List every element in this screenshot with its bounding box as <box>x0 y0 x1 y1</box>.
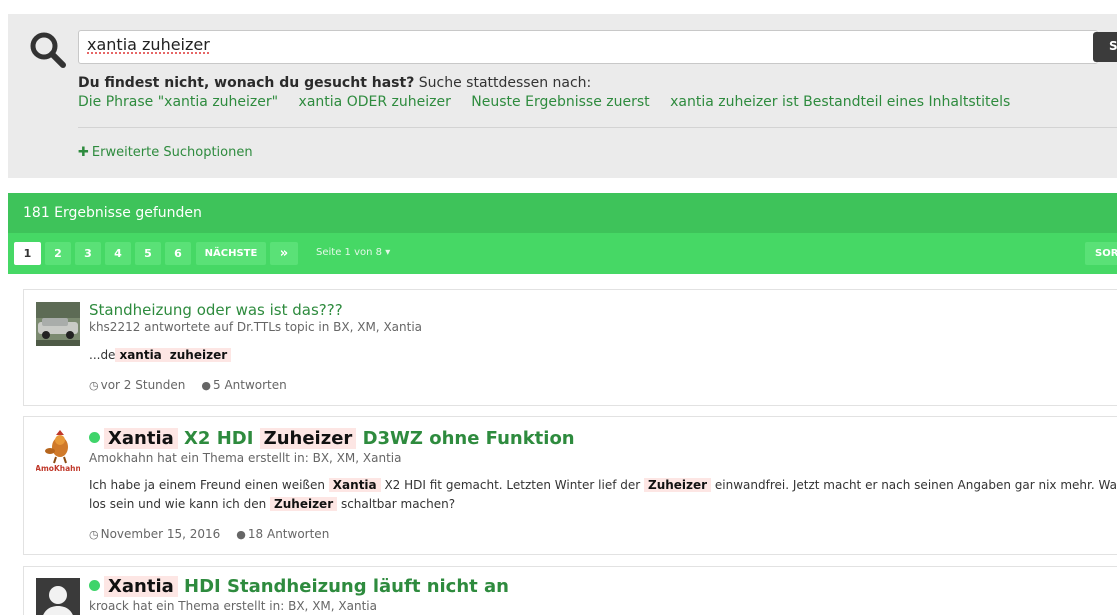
result-footer: ◷ November 15, 2016 ● 18 Antworten <box>89 527 329 541</box>
snippet-text: X2 HDI fit gemacht. Letzten Winter lief … <box>380 478 641 492</box>
title-text: D3WZ ohne Funktion <box>356 428 575 449</box>
title-text: HDI Standheizung läuft nicht an <box>177 576 509 597</box>
sort-button[interactable]: SOR <box>1085 242 1117 265</box>
result-meta: khs2212 antwortete auf Dr.TTLs topic in … <box>89 320 423 334</box>
result-title-link[interactable]: Standheizung oder was ist das??? <box>89 301 343 319</box>
last-page-button[interactable]: » <box>270 242 298 265</box>
search-input[interactable]: xantia zuheizer <box>78 30 1098 64</box>
title-highlight: Xantia <box>104 428 178 449</box>
search-hint-rest: Suche stattdessen nach: <box>414 75 592 91</box>
page-6-button[interactable]: 6 <box>165 242 191 265</box>
result-replies[interactable]: 18 Antworten <box>248 527 329 541</box>
result-footer: ◷ vor 2 Stunden ● 5 Antworten <box>89 378 287 392</box>
caret-down-icon: ▾ <box>385 247 391 258</box>
search-panel: xantia zuheizer S Du findest nicht, wona… <box>8 14 1117 178</box>
title-highlight: Zuheizer <box>259 428 357 449</box>
title-text: X2 HDI <box>177 428 260 449</box>
online-status-icon <box>89 580 100 591</box>
page-4-button[interactable]: 4 <box>105 242 131 265</box>
snippet-highlight: xantia <box>115 348 166 362</box>
result-time: vor 2 Stunden <box>100 378 186 392</box>
online-status-icon <box>89 432 100 443</box>
search-suggestions: Die Phrase "xantia zuheizer" xantia ODER… <box>78 94 1026 110</box>
page-3-button[interactable]: 3 <box>75 242 101 265</box>
result-item: Standheizung oder was ist das??? khs2212… <box>23 289 1117 406</box>
suggestion-newest-link[interactable]: Neuste Ergebnisse zuerst <box>471 94 649 110</box>
suggestion-title-link[interactable]: xantia zuheizer ist Bestandteil eines In… <box>670 94 1010 110</box>
page-info-label: Seite 1 von 8 <box>316 247 382 258</box>
snippet-highlight: Zuheizer <box>644 478 712 492</box>
pagination-bar: 1 2 3 4 5 6 NÄCHSTE » Seite 1 von 8 ▾ SO… <box>8 233 1117 274</box>
advanced-options-link[interactable]: ✚ Erweiterte Suchoptionen <box>78 145 253 160</box>
title-highlight: Xantia <box>104 576 178 597</box>
result-item: AmoKhahn Xantia X2 HDI Zuheizer D3WZ ohn… <box>23 416 1117 555</box>
snippet-highlight: Xantia <box>328 478 381 492</box>
results-count: 181 Ergebnisse gefunden <box>8 193 1117 233</box>
avatar: AmoKhahn <box>36 429 80 473</box>
suggestion-phrase-link[interactable]: Die Phrase "xantia zuheizer" <box>78 94 278 110</box>
comment-icon: ● <box>236 528 246 541</box>
page-1-button[interactable]: 1 <box>14 242 41 265</box>
snippet-highlight: zuheizer <box>165 348 232 362</box>
result-meta: kroack hat ein Thema erstellt in: BX, XM… <box>89 599 377 613</box>
suggestion-or-link[interactable]: xantia ODER zuheizer <box>299 94 451 110</box>
result-snippet: ...de xantia zuheizer <box>89 346 232 365</box>
page-jump-dropdown[interactable]: Seite 1 von 8 ▾ <box>316 247 390 258</box>
search-hint-bold: Du findest nicht, wonach du gesucht hast… <box>78 75 415 91</box>
result-snippet-line2: los sein und wie kann ich den Zuheizer s… <box>89 495 455 514</box>
advanced-options-label: Erweiterte Suchoptionen <box>91 145 253 160</box>
avatar <box>36 302 80 346</box>
search-button[interactable]: S <box>1093 32 1117 62</box>
result-title-link[interactable]: Xantia HDI Standheizung läuft nicht an <box>89 576 509 597</box>
result-meta: Amokhahn hat ein Thema erstellt in: BX, … <box>89 451 402 465</box>
plus-icon: ✚ <box>78 145 89 160</box>
page-2-button[interactable]: 2 <box>45 242 71 265</box>
snippet-text: los sein und wie kann ich den <box>89 497 267 511</box>
avatar-text: AmoKhahn <box>36 464 80 473</box>
page-5-button[interactable]: 5 <box>135 242 161 265</box>
snippet-text: ...de <box>89 348 116 362</box>
avatar <box>36 578 80 615</box>
next-page-button[interactable]: NÄCHSTE <box>196 242 266 265</box>
result-time: November 15, 2016 <box>100 527 221 541</box>
search-hint: Du findest nicht, wonach du gesucht hast… <box>78 75 591 91</box>
snippet-text: einwandfrei. Jetzt macht er nach seinen … <box>711 478 1117 492</box>
snippet-highlight: Zuheizer <box>270 497 338 511</box>
clock-icon: ◷ <box>89 379 99 392</box>
result-item: Xantia HDI Standheizung läuft nicht an k… <box>23 566 1117 615</box>
comment-icon: ● <box>201 379 211 392</box>
result-title-link[interactable]: Xantia X2 HDI Zuheizer D3WZ ohne Funktio… <box>89 428 575 449</box>
result-replies[interactable]: 5 Antworten <box>213 378 287 392</box>
result-snippet: Ich habe ja einem Freund einen weißen Xa… <box>89 476 1117 495</box>
search-icon <box>30 32 66 68</box>
divider <box>78 127 1117 128</box>
clock-icon: ◷ <box>89 528 99 541</box>
snippet-text: schaltbar machen? <box>337 497 456 511</box>
snippet-text: Ich habe ja einem Freund einen weißen <box>89 478 325 492</box>
search-query-text: xantia zuheizer <box>87 35 210 54</box>
